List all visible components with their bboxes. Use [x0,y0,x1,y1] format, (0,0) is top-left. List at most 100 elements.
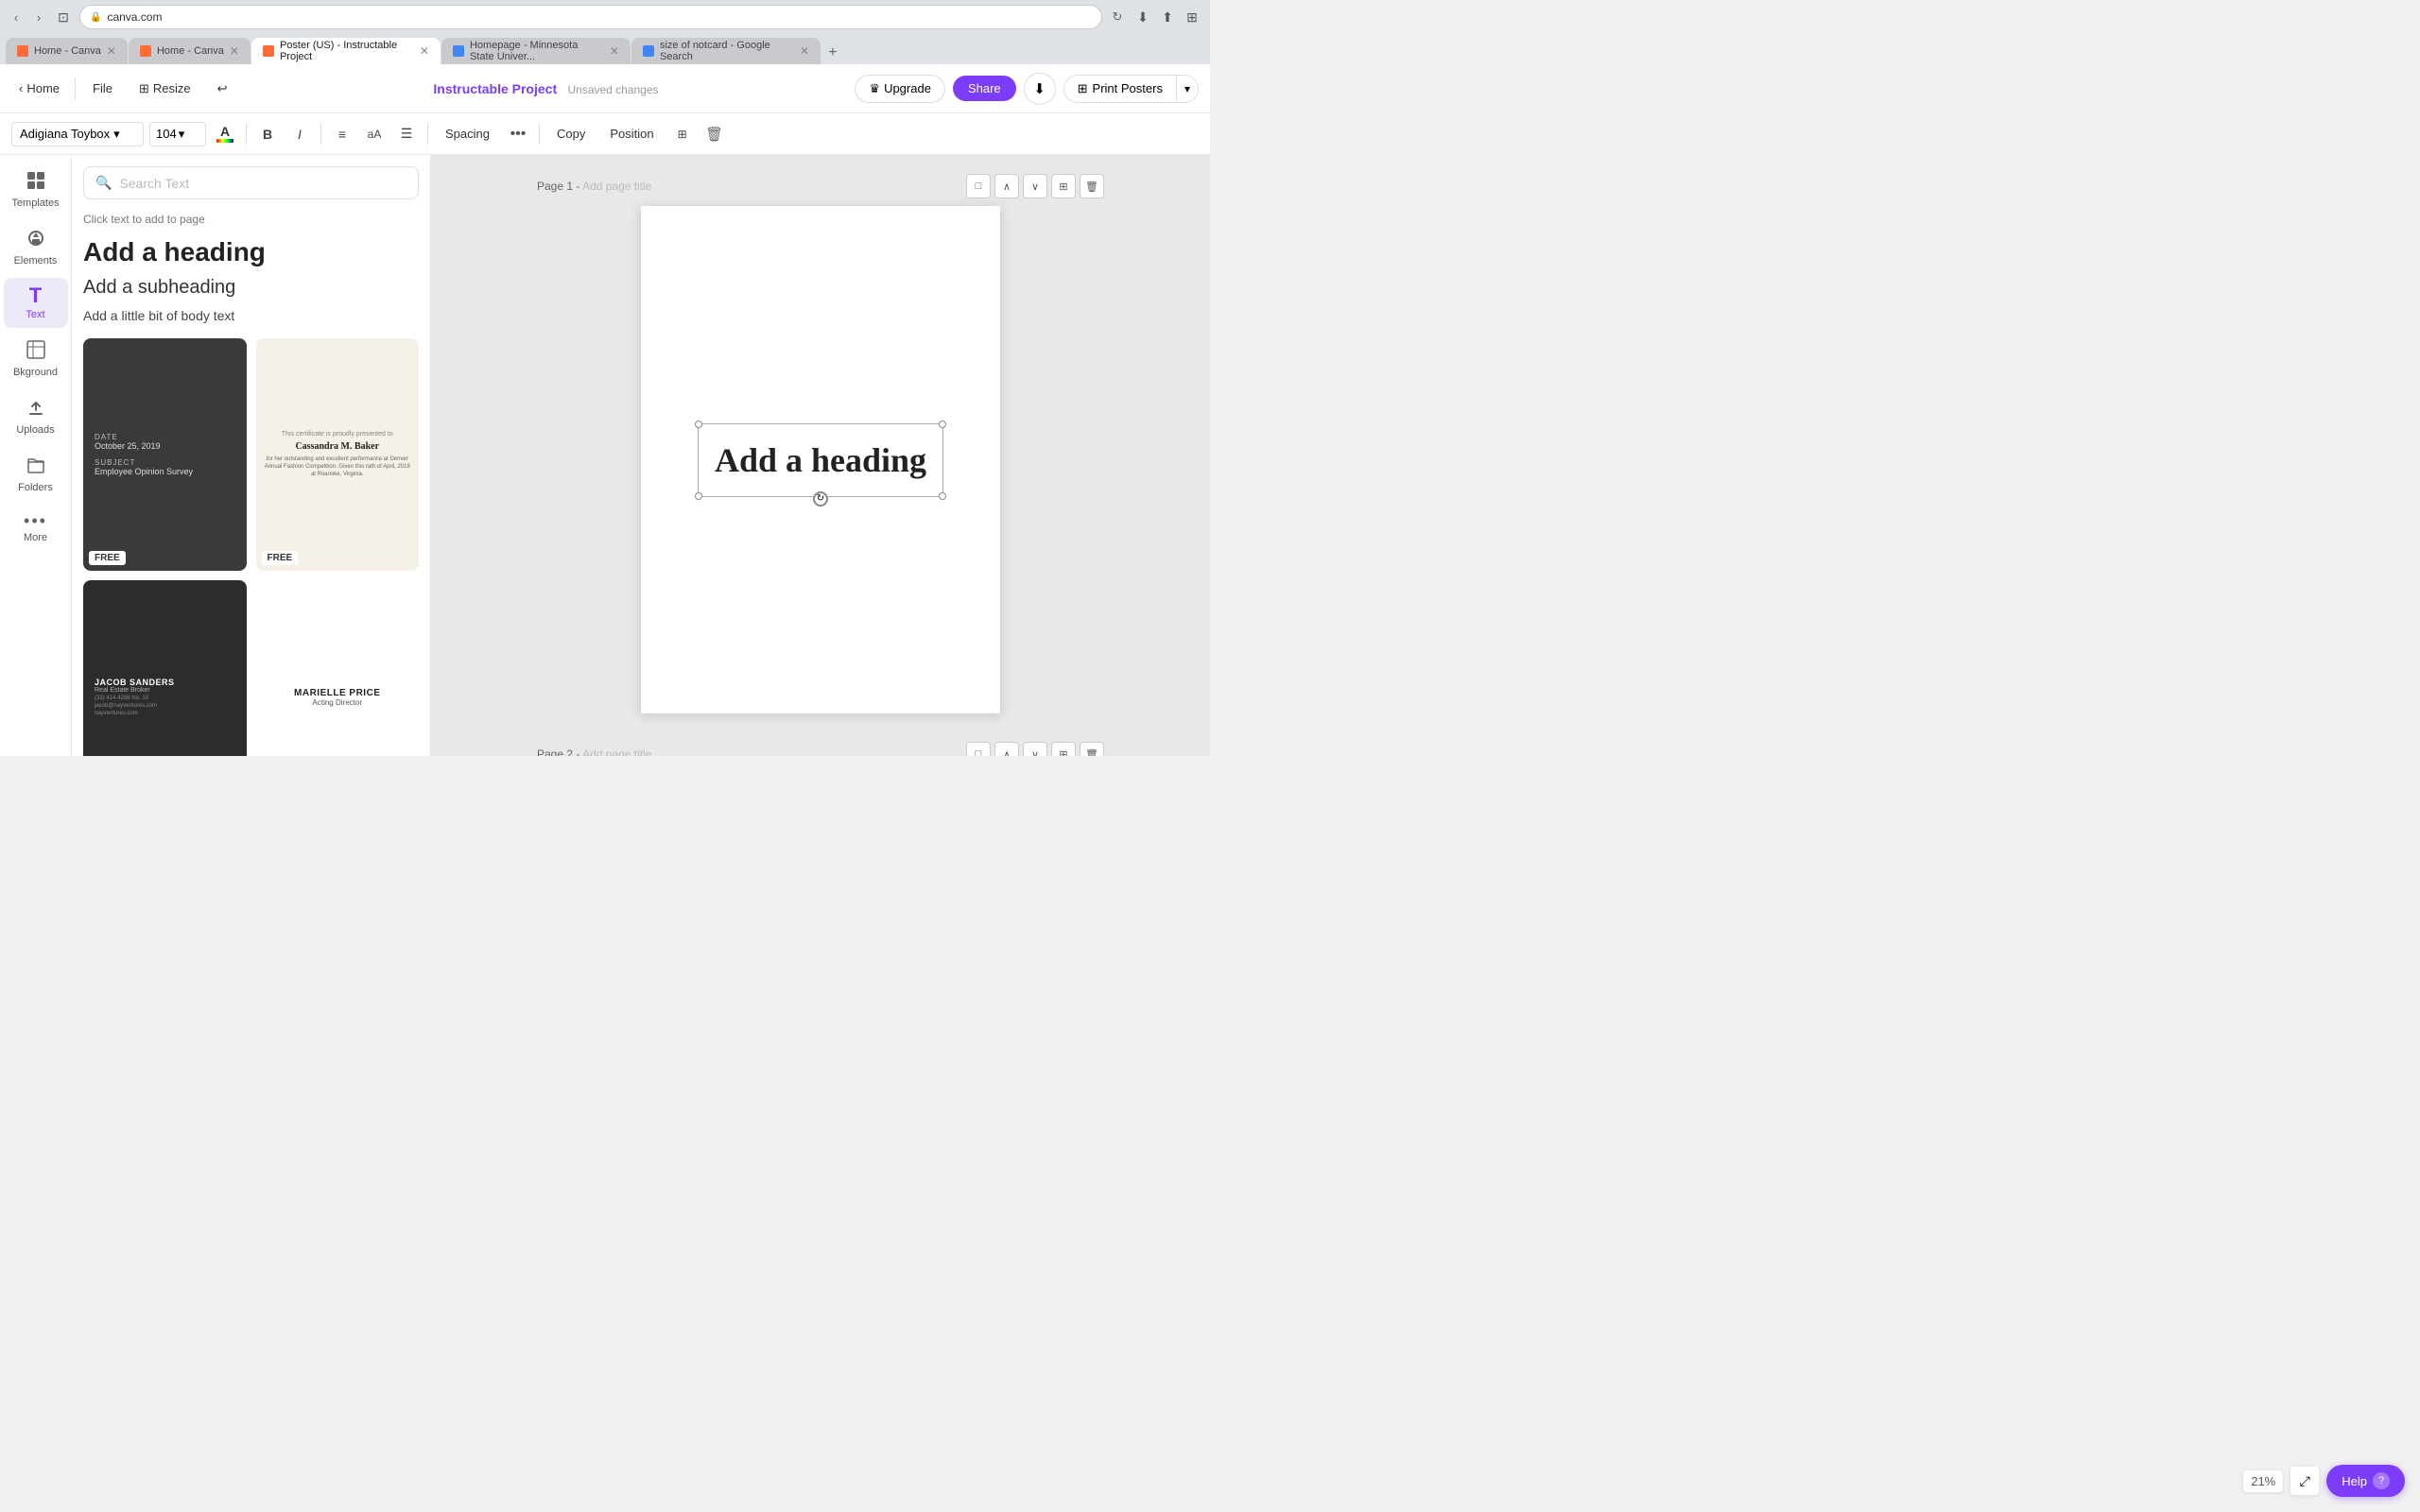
download-icon[interactable]: ⬇ [1132,7,1153,27]
help-button[interactable]: Help ? [2326,1465,2405,1497]
sidebar-item-background[interactable]: Bkground [4,332,68,386]
page2-down-button[interactable]: ∨ [1023,742,1047,756]
resize-label: Resize [153,81,191,95]
share-button[interactable]: Share [953,76,1016,101]
text-color-picker[interactable]: A [212,121,238,147]
tab-google[interactable]: size of notcard - Google Search ✕ [631,38,821,64]
copy-button[interactable]: Copy [547,123,595,145]
template-card-marielle[interactable]: MARIELLE PRICE Acting Director FREE [256,580,420,756]
page1-up-button[interactable]: ∧ [994,174,1019,198]
handle-top-left[interactable] [695,421,702,428]
spacing-button[interactable]: Spacing [436,123,499,145]
undo-button[interactable]: ↩ [208,77,237,100]
handle-top-right[interactable] [939,421,946,428]
add-heading-button[interactable]: Add a heading [83,237,419,267]
add-subheading-button[interactable]: Add a subheading [83,277,419,299]
heading-text-element[interactable]: Add a heading [705,431,936,490]
forward-button[interactable]: › [30,9,47,26]
print-button[interactable]: ⊞ Print Posters [1064,76,1176,102]
card1-date-label: DATE [95,433,235,441]
elements-icon [26,228,46,252]
font-size-selector[interactable]: 104 ▾ [149,122,206,146]
browser-actions: ⬇ ⬆ ⊞ [1132,7,1202,27]
handle-bottom-left[interactable] [695,492,702,500]
tab-close-4[interactable]: ✕ [610,44,619,58]
handle-bottom-right[interactable] [939,492,946,500]
template-card-memo[interactable]: DATE October 25, 2019 SUBJECT Employee O… [83,338,247,571]
home-button[interactable]: ‹ Home [11,77,67,99]
page2-comment-button[interactable]: □ [966,742,991,756]
sidebar-item-more[interactable]: ••• More [4,505,68,551]
print-dropdown-arrow[interactable]: ▾ [1176,77,1198,101]
tab-minnesota[interactable]: Homepage - Minnesota State Univer... ✕ [441,38,631,64]
share-page-button[interactable]: ⬆ [1157,7,1178,27]
add-body-button[interactable]: Add a little bit of body text [83,308,419,323]
folders-label: Folders [18,482,53,493]
page1-down-button[interactable]: ∨ [1023,174,1047,198]
text-size-button[interactable]: aA [361,121,388,147]
grid-icon[interactable]: ⊞ [669,121,696,147]
tab-home-1[interactable]: Home - Canva ✕ [6,38,128,64]
page1-duplicate-button[interactable]: ⊞ [1051,174,1076,198]
upgrade-button[interactable]: ♛ Upgrade [855,75,945,103]
list-button[interactable]: ☰ [393,121,420,147]
template-card-jacob[interactable]: JACOB SANDERS Real Estate Broker (33) 41… [83,580,247,756]
align-button[interactable]: ≡ [329,121,355,147]
page1-controls-right: □ ∧ ∨ ⊞ 🗑 [966,174,1104,198]
sidebar-toggle-button[interactable]: ⊡ [53,9,74,26]
download-button[interactable]: ⬇ [1024,73,1056,105]
page2-delete-button[interactable]: 🗑 [1080,742,1104,756]
file-button[interactable]: File [83,77,122,99]
italic-button[interactable]: I [286,121,313,147]
tab-close-1[interactable]: ✕ [107,44,116,58]
sidebar-item-uploads[interactable]: Uploads [4,389,68,443]
tab-close-2[interactable]: ✕ [230,44,239,58]
reload-button[interactable]: ↻ [1108,8,1127,26]
tab-home-2[interactable]: Home - Canva ✕ [129,38,251,64]
card3-name: JACOB SANDERS [95,678,235,687]
main-toolbar: ‹ Home File ⊞ Resize ↩ Instructable Proj… [0,64,1210,113]
toolbar-title-area: Instructable Project Unsaved changes [245,81,848,96]
canvas-area: Page 1 - Add page title □ ∧ ∨ ⊞ 🗑 [431,155,1210,756]
font-family-selector[interactable]: Adigiana Toybox ▾ [11,122,144,146]
search-box[interactable]: 🔍 [83,166,419,199]
tab-label-2: Home - Canva [157,45,224,57]
page1-title-placeholder: Add page title [582,180,651,193]
search-input[interactable] [119,176,406,191]
tab-close-3[interactable]: ✕ [420,44,429,58]
sidebar-item-elements[interactable]: Elements [4,220,68,274]
folders-icon [26,455,46,479]
bold-button[interactable]: B [254,121,281,147]
back-button[interactable]: ‹ [8,9,25,26]
print-icon: ⊞ [1078,81,1088,96]
page1-comment-button[interactable]: □ [966,174,991,198]
page2-duplicate-button[interactable]: ⊞ [1051,742,1076,756]
page2-label: Page 2 - Add page title [537,747,960,756]
card4-title: Acting Director [268,698,408,707]
background-icon [26,339,46,364]
click-hint: Click text to add to page [83,213,419,226]
lock-icon: 🔒 [90,12,101,23]
address-bar[interactable]: 🔒 canva.com [79,5,1102,29]
position-button[interactable]: Position [600,123,663,145]
tab-close-5[interactable]: ✕ [800,44,809,58]
more-options-button[interactable]: ••• [505,121,531,147]
tab-label-5: size of notcard - Google Search [660,40,794,62]
heading-element-container[interactable]: Add a heading ↻ [705,431,936,490]
download-arrow-icon: ⬇ [1033,80,1046,97]
fullscreen-button[interactable]: ⤢ [2290,1467,2319,1495]
rotate-handle[interactable]: ↻ [813,491,828,507]
page2-up-button[interactable]: ∧ [994,742,1019,756]
new-tab-button[interactable]: + [821,42,844,64]
text-icon: T [29,285,42,306]
template-card-certificate[interactable]: This certificate is proudly presented to… [256,338,420,571]
new-window-button[interactable]: ⊞ [1182,7,1202,27]
tab-poster[interactable]: Poster (US) - Instructable Project ✕ [251,38,441,64]
page1-delete-button[interactable]: 🗑 [1080,174,1104,198]
sidebar-item-templates[interactable]: Templates [4,163,68,216]
sidebar-item-folders[interactable]: Folders [4,447,68,501]
sidebar-item-text[interactable]: T Text [4,278,68,328]
main-content: Templates Elements T Text [0,155,1210,756]
resize-button[interactable]: ⊞ Resize [130,77,200,100]
delete-button[interactable]: 🗑 [701,121,728,147]
